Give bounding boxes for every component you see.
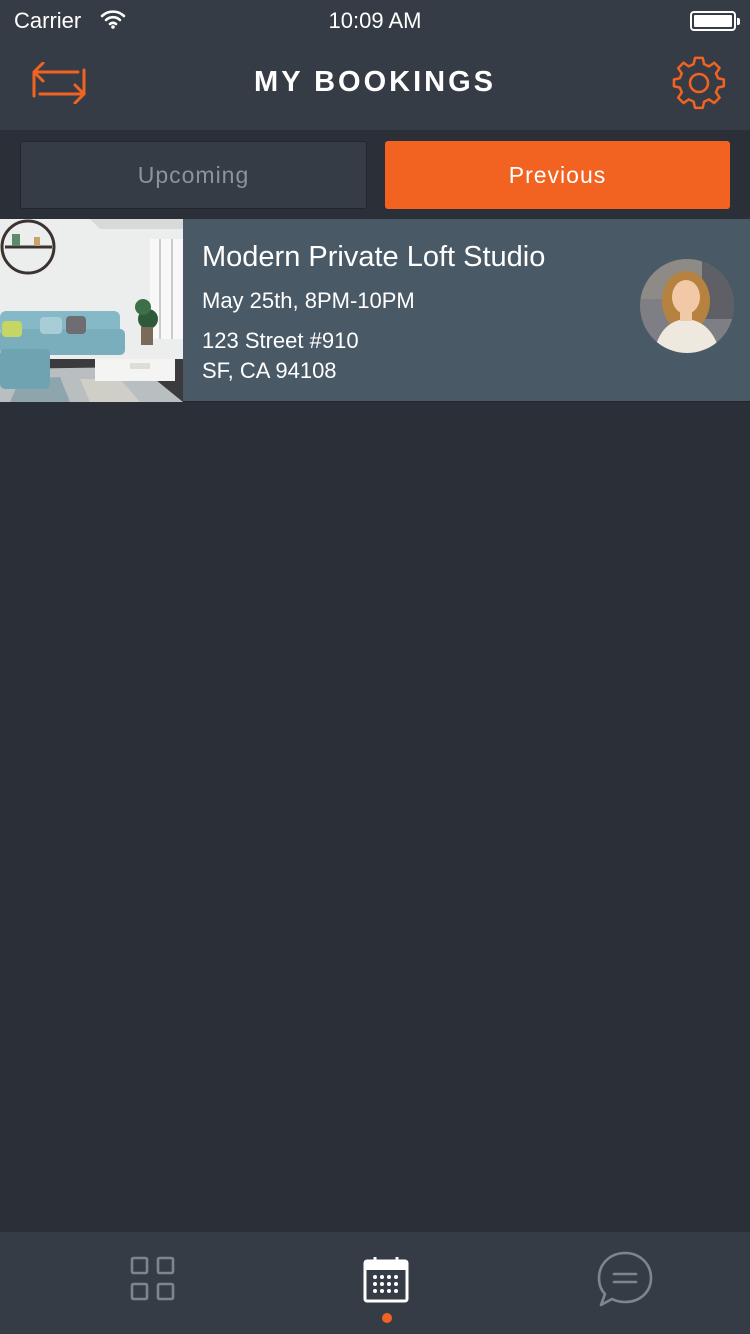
status-bar: Carrier 10:09 AM	[0, 0, 750, 40]
nav-bar: MY BOOKINGS	[0, 40, 750, 130]
host-avatar[interactable]	[640, 259, 734, 353]
tab-previous[interactable]: Previous	[385, 141, 730, 209]
calendar-icon[interactable]	[362, 1256, 410, 1304]
listing-photo	[0, 219, 183, 402]
tab-upcoming[interactable]: Upcoming	[20, 141, 367, 209]
grid-icon[interactable]	[130, 1256, 176, 1302]
page-title: MY BOOKINGS	[254, 66, 496, 98]
tab-bar	[0, 1232, 750, 1334]
active-tab-indicator	[382, 1313, 392, 1323]
booking-address-line2: SF, CA 94108	[202, 358, 337, 383]
booking-list-item[interactable]: Modern Private Loft Studio May 25th, 8PM…	[0, 219, 750, 402]
booking-title: Modern Private Loft Studio	[202, 241, 546, 273]
chat-icon[interactable]	[596, 1250, 654, 1308]
booking-date: May 25th, 8PM-10PM	[202, 288, 415, 313]
battery-icon	[690, 11, 740, 31]
booking-address-line1: 123 Street #910	[202, 328, 359, 353]
status-time: 10:09 AM	[328, 8, 422, 33]
booking-filter-tabs: Upcoming Previous	[0, 130, 750, 218]
gear-icon[interactable]	[672, 56, 726, 110]
